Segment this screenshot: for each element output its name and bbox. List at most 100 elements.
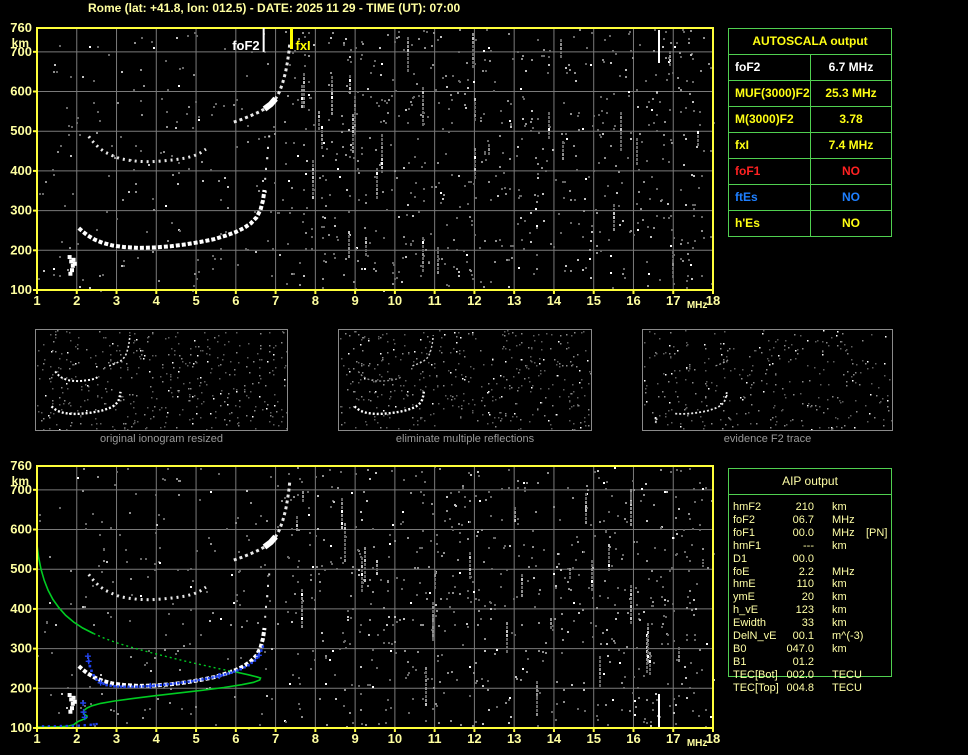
thumbnail-noise <box>644 330 892 430</box>
aip-val: 20 <box>801 591 814 604</box>
svg-text:100: 100 <box>10 720 32 735</box>
aip-row-DelNvE: DelN_vE 00.1 m^(-3) <box>728 630 892 643</box>
aip-lab: hmE <box>733 578 756 591</box>
aip-unit: MHz <box>832 526 855 539</box>
aip-lab: Ewidth <box>733 617 767 630</box>
autoscala-param-label: foF1 <box>729 159 811 184</box>
aip-val: 01.2 <box>792 655 814 668</box>
svg-text:760: 760 <box>10 458 32 473</box>
svg-text:5: 5 <box>192 731 199 746</box>
autoscala-param-label: fxI <box>729 133 811 158</box>
autoscala-row-foF2: foF2 6.7 MHz <box>729 55 891 81</box>
aip-unit: km <box>832 591 847 604</box>
aip-unit: km <box>832 617 847 630</box>
autoscala-row-M3000F2: M(3000)F2 3.78 <box>729 107 891 133</box>
aip-val: 00.0 <box>792 552 814 565</box>
svg-text:18: 18 <box>706 731 720 746</box>
aip-lab: hmF2 <box>733 501 762 513</box>
svg-text:foF2: foF2 <box>232 38 259 53</box>
autoscala-table-title: AUTOSCALA output <box>729 29 891 55</box>
aip-unit: TECU <box>832 668 862 681</box>
svg-text:12: 12 <box>467 731 481 746</box>
svg-text:6: 6 <box>232 731 239 746</box>
top-ionogram-chart: 760700600500400300200100km1 2 3 4 5 6 7 8 9 10 11 1… <box>10 20 720 311</box>
marker-foF2: foF2 <box>232 28 265 53</box>
thumbnail-eliminate-reflections <box>338 329 592 431</box>
svg-text:3: 3 <box>113 293 120 308</box>
aip-val: 002.0 <box>786 668 814 681</box>
echo-noise <box>37 466 715 730</box>
thumbnail-caption-original: original ionogram resized <box>100 433 223 445</box>
svg-text:fxI: fxI <box>295 38 310 53</box>
thumbnail-evidence-f2 <box>642 329 893 431</box>
svg-text:400: 400 <box>10 601 32 616</box>
aip-lab: foF2 <box>733 513 756 526</box>
aip-unit: km <box>832 604 847 617</box>
svg-text:4: 4 <box>153 293 161 308</box>
thumbnail-evidence-f2-image <box>644 330 892 430</box>
aip-row-B1: B1 01.2 <box>728 656 892 669</box>
autoscala-table-rows: foF2 6.7 MHz MUF(3000)F2 25.3 MHz M(3000)F2 3… <box>729 55 891 236</box>
aip-val: 00.0 <box>792 526 814 539</box>
aip-row-TECBot: TEC[Bot] 002.0 TECU <box>728 669 892 682</box>
svg-text:8: 8 <box>312 731 319 746</box>
autoscala-window: 760 700 600 500 400 300 200 100 km 1 2 3 4 5 6 7 8 9 10 11 1… <box>0 0 968 755</box>
svg-text:400: 400 <box>10 163 32 178</box>
aip-lab: hmF1 <box>733 539 762 552</box>
svg-text:8: 8 <box>312 293 319 308</box>
autoscala-param-label: ftEs <box>729 185 811 210</box>
aip-lab: h_vE <box>733 604 759 617</box>
svg-text:15: 15 <box>586 293 600 308</box>
svg-text:MHz: MHz <box>687 738 708 749</box>
autoscala-param-value: NO <box>842 190 860 204</box>
aip-row-D1: D1 00.0 <box>728 553 892 566</box>
aip-val: --- <box>803 539 814 552</box>
svg-text:200: 200 <box>10 242 32 257</box>
autoscala-param-value: NO <box>842 164 860 178</box>
aip-unit: km <box>832 539 847 552</box>
svg-text:10: 10 <box>388 731 402 746</box>
thumbnail-original-ionogram <box>35 329 288 431</box>
svg-text:500: 500 <box>10 561 32 576</box>
autoscala-row-hEs: h'Es NO <box>729 211 891 236</box>
svg-text:1: 1 <box>33 731 40 746</box>
aip-row-Ewidth: Ewidth 33 km <box>728 617 892 630</box>
svg-text:300: 300 <box>10 641 32 656</box>
aip-lab: B1 <box>733 655 747 668</box>
aip-row-foE: foE 2.2 MHz <box>728 566 892 579</box>
aip-lab: B0 <box>733 642 747 655</box>
aip-val: 110 <box>796 578 814 591</box>
aip-row-B0: B0 047.0 km <box>728 643 892 656</box>
aip-row-hmF2: hmF2 210 km <box>728 501 892 514</box>
profile-curve-top <box>36 544 94 635</box>
svg-text:13: 13 <box>507 293 521 308</box>
svg-text:11: 11 <box>428 731 442 746</box>
aip-table-title: AIP output <box>729 469 891 495</box>
svg-text:100: 100 <box>10 282 32 297</box>
aip-val: 123 <box>795 604 814 617</box>
aip-val: 210 <box>795 501 814 513</box>
grid-lines <box>37 466 713 728</box>
autoscala-param-label: MUF(3000)F2 <box>729 81 811 106</box>
autoscala-param-value: 6.7 MHz <box>828 60 874 74</box>
svg-text:7: 7 <box>272 293 279 308</box>
aip-unit: km <box>832 642 847 655</box>
aip-val: 004.8 <box>786 681 814 694</box>
svg-text:14: 14 <box>547 293 562 308</box>
svg-text:km: km <box>12 36 29 50</box>
thumbnail-eliminate-reflections-image <box>340 330 591 430</box>
svg-text:500: 500 <box>10 123 32 138</box>
thumbnail-caption-eliminate: eliminate multiple reflections <box>395 433 535 445</box>
svg-text:3: 3 <box>113 731 120 746</box>
aip-val: 06.7 <box>792 513 814 526</box>
svg-text:2: 2 <box>73 293 80 308</box>
aip-row-hvE: h_vE 123 km <box>728 604 892 617</box>
svg-text:6: 6 <box>232 293 239 308</box>
autoscala-param-value: 7.4 MHz <box>828 138 874 152</box>
svg-text:5: 5 <box>192 293 199 308</box>
echo-traces <box>67 479 292 714</box>
aip-row-hmF1: hmF1 --- km <box>728 540 892 553</box>
svg-text:2: 2 <box>73 731 80 746</box>
aip-row-hmE: hmE 110 km <box>728 578 892 591</box>
autoscala-param-value: 25.3 MHz <box>825 86 877 100</box>
